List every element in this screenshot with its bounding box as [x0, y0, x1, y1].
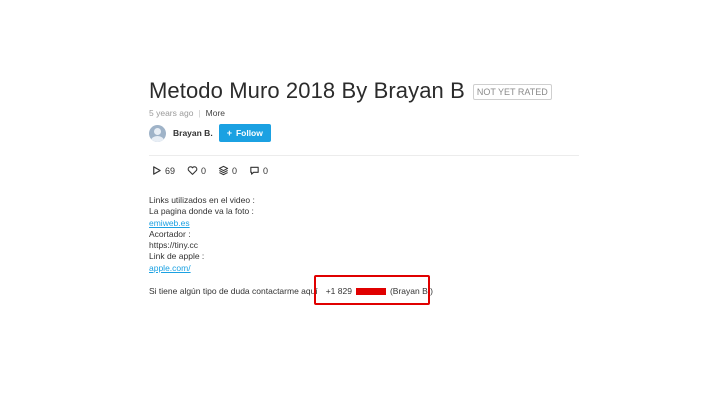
description-line: La pagina donde va la foto :: [149, 206, 254, 217]
title-row: Metodo Muro 2018 By Brayan B NOT YET RAT…: [149, 78, 552, 104]
plays-count: 69: [165, 165, 176, 176]
author-name[interactable]: Brayan B.: [173, 128, 213, 138]
description-line: https://tiny.cc: [149, 240, 198, 251]
meta-separator: |: [198, 108, 201, 118]
plus-icon: +: [226, 128, 232, 138]
avatar-head-shape: [154, 127, 161, 135]
heart-icon: [187, 166, 198, 175]
apple-link[interactable]: apple.com/: [149, 263, 191, 273]
follow-label: Follow: [235, 128, 263, 138]
plays-stat: 69: [151, 165, 175, 176]
comments-count: 0: [263, 165, 269, 176]
layers-icon: [218, 165, 229, 176]
description: Links utilizados en el video : La pagina…: [149, 195, 255, 274]
collections-count: 0: [232, 165, 238, 176]
upload-age: 5 years ago: [149, 108, 194, 118]
description-line: Link de apple :: [149, 251, 205, 262]
stats-bar: 69 0 0 0: [151, 165, 280, 176]
page-title: Metodo Muro 2018 By Brayan B: [149, 78, 465, 103]
more-link[interactable]: More: [206, 108, 225, 118]
follow-button[interactable]: + Follow: [218, 124, 271, 142]
emiweb-link[interactable]: emiweb.es: [149, 218, 190, 228]
likes-stat[interactable]: 0: [187, 165, 206, 176]
video-meta: 5 years ago | More: [149, 108, 225, 118]
avatar-body-shape: [151, 135, 164, 142]
collections-stat[interactable]: 0: [218, 165, 237, 176]
description-line: Links utilizados en el video :: [149, 195, 255, 205]
highlight-box: [314, 275, 430, 305]
author-row: Brayan B. + Follow: [149, 124, 271, 142]
rating-badge: NOT YET RATED: [472, 84, 552, 100]
avatar[interactable]: [149, 124, 166, 142]
contact-text: Si tiene algún tipo de duda contactarme …: [149, 286, 318, 296]
comment-icon: [250, 166, 259, 175]
description-line: Acortador :: [149, 228, 191, 239]
comments-stat[interactable]: 0: [249, 165, 268, 176]
likes-count: 0: [201, 165, 207, 176]
play-icon: [153, 166, 161, 175]
divider: [149, 155, 579, 156]
